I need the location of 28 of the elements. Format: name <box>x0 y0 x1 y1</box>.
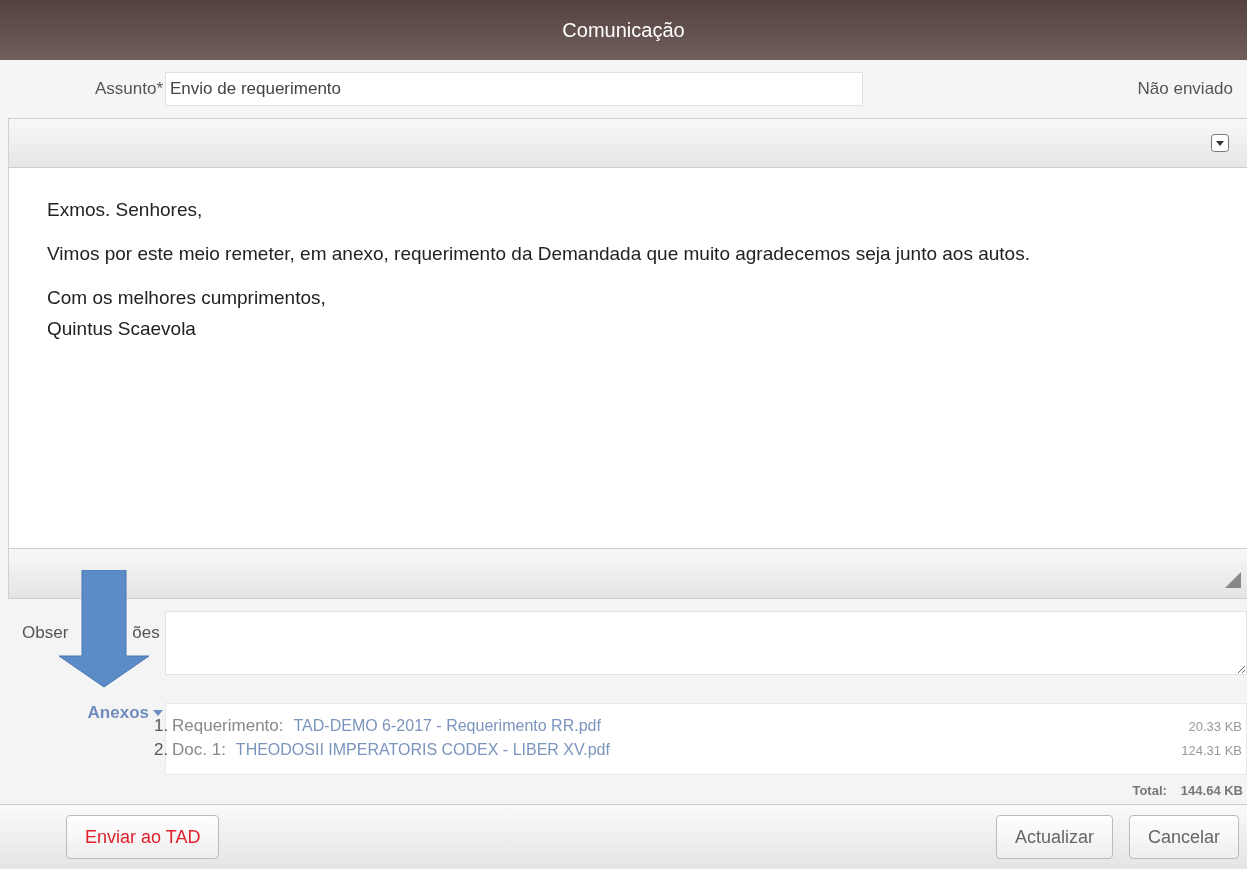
message-paragraph: Com os melhores cumprimentos, Quintus Scaevola <box>47 286 327 341</box>
total-label: Total: <box>1132 783 1167 798</box>
field-label: ões <box>132 623 160 643</box>
notes-field[interactable] <box>165 611 1247 675</box>
attachment-link[interactable]: THEODOSII IMPERATORIS CODEX - LIBER XV.pdf <box>235 741 610 759</box>
action-button[interactable]: Actualizar <box>995 815 1113 859</box>
attachment-type: Doc. 1: <box>172 740 226 760</box>
file-size: 124.31 KB <box>1181 743 1242 758</box>
action-button[interactable]: Cancelar <box>1128 815 1239 859</box>
field-label: Obser <box>22 623 69 643</box>
required-mark: * <box>156 79 163 99</box>
total-size: 144.64 KB <box>1180 783 1243 798</box>
list-number: 1. <box>154 716 170 736</box>
window-title: Comunicação <box>562 18 685 42</box>
subject-field[interactable]: Envio de requerimento <box>165 72 863 106</box>
resize-handle-icon[interactable] <box>1225 572 1241 588</box>
status-text: Não enviado <box>1137 79 1233 99</box>
file-size: 20.33 KB <box>1188 719 1242 734</box>
send-button[interactable]: Enviar ao TAD <box>66 815 220 859</box>
dropdown-icon[interactable] <box>1211 134 1229 152</box>
attachment-type: Requerimento: <box>172 716 284 736</box>
message-paragraph: Vimos por este meio remeter, em anexo, requerimento da Demandada que muito agradecemos seja junto aos autos. <box>47 242 1031 266</box>
message-editor[interactable]: Exmos. Senhores, Vimos por este meio remeter, em anexo, requerimento da Demandada que muito agradecemos seja junto aos autos. Com os melhores cumprimentos, Quintus Scaevola <box>9 168 1247 548</box>
attachment-link[interactable]: TAD-DEMO 6-2017 - Requerimento RR.pdf <box>293 717 601 735</box>
caret-icon <box>153 710 163 716</box>
message-paragraph: Exmos. Senhores, <box>47 198 204 222</box>
list-number: 2. <box>154 740 170 760</box>
field-label: Assunto <box>94 79 157 99</box>
